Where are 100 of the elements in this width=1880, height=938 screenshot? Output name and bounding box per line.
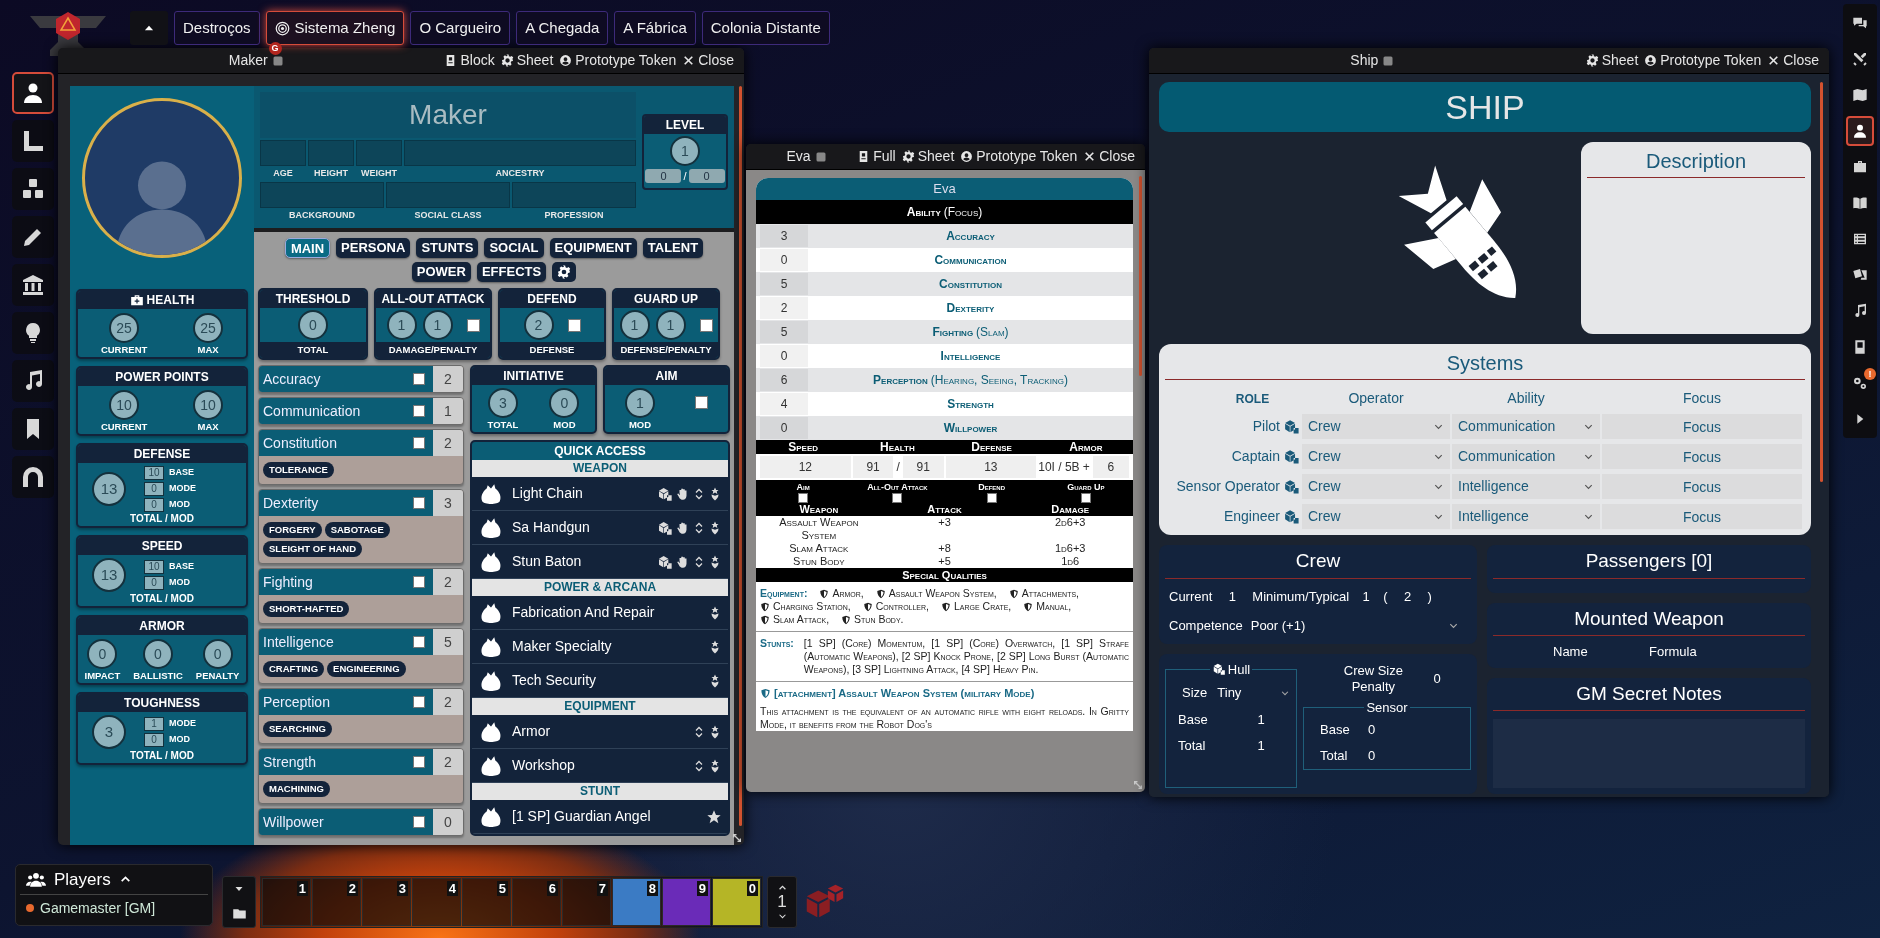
header-button[interactable]: Prototype Token — [1644, 50, 1762, 71]
star-icon[interactable] — [706, 808, 722, 825]
equipment-link[interactable]: Attachments, — [1021, 587, 1079, 600]
hotbar-slot[interactable]: 9 — [662, 878, 711, 926]
hotbar-slot[interactable]: 6 — [512, 878, 561, 926]
select-field[interactable]: Communication — [1452, 414, 1600, 439]
scene-control[interactable] — [12, 360, 54, 402]
select-field[interactable]: Tiny — [1217, 683, 1290, 703]
header-button[interactable]: Sheet — [1585, 50, 1639, 71]
number-field[interactable]: 10 — [144, 560, 164, 574]
scene-control[interactable] — [12, 168, 54, 210]
resize-handle-icon[interactable] — [1132, 779, 1144, 791]
checkbox[interactable] — [892, 493, 903, 503]
focus-tag[interactable]: CRAFTING — [263, 661, 325, 677]
number-field[interactable]: 0 — [1368, 746, 1376, 766]
checkbox[interactable] — [413, 373, 425, 385]
checkbox[interactable] — [413, 756, 425, 768]
number-field[interactable]: 2 — [433, 749, 463, 775]
checkbox[interactable] — [466, 318, 480, 332]
sheet-tab[interactable]: EQUIPMENT — [549, 238, 637, 258]
focus-tag[interactable]: MACHINING — [263, 781, 330, 797]
number-field[interactable]: 5 — [433, 629, 463, 655]
select-field[interactable]: Crew — [1302, 444, 1450, 469]
checkbox[interactable] — [798, 493, 809, 503]
number-field[interactable]: 1 — [655, 310, 686, 340]
number-field[interactable]: 1 — [625, 388, 655, 418]
number-field[interactable]: 1 — [433, 398, 463, 424]
number-field[interactable]: 0 — [87, 639, 118, 669]
number-field[interactable]: 10 — [193, 390, 224, 420]
hotbar-slot[interactable]: 3 — [362, 878, 411, 926]
number-field[interactable]: 3 — [433, 490, 463, 516]
scene-control[interactable] — [12, 264, 54, 306]
scene-control[interactable] — [12, 312, 54, 354]
select-field[interactable]: Crew — [1302, 504, 1450, 529]
hotbar-slot[interactable]: 7 — [562, 878, 611, 926]
quick-item[interactable]: Sa Handgun — [472, 511, 728, 546]
scene-control[interactable] — [12, 408, 54, 450]
select-field[interactable]: Communication — [1452, 444, 1600, 469]
number-field[interactable]: 1 — [144, 717, 164, 731]
input-field[interactable] — [308, 140, 354, 166]
sheet-tab[interactable]: STUNTS — [416, 238, 479, 258]
focus-tag[interactable]: SHORT-HAFTED — [263, 601, 350, 617]
sidebar-tab[interactable] — [1846, 116, 1874, 146]
hotbar-slot[interactable]: 0 — [712, 878, 761, 926]
scrollbar[interactable] — [1820, 82, 1823, 482]
hotbar-slot[interactable]: 5 — [462, 878, 511, 926]
number-field[interactable]: 91 — [902, 456, 944, 478]
number-field[interactable]: 0 — [143, 639, 173, 669]
scene-control[interactable] — [12, 72, 54, 114]
dice-icon[interactable] — [657, 553, 673, 570]
quick-item[interactable]: Armor — [472, 715, 728, 750]
number-field[interactable]: 0 — [1433, 668, 1441, 689]
checkbox[interactable] — [413, 437, 425, 449]
scene-tab[interactable]: Colonia Distante — [701, 11, 830, 45]
number-field[interactable]: 3 — [487, 388, 518, 418]
header-button[interactable]: Prototype Token — [559, 50, 677, 71]
input-field[interactable] — [260, 140, 306, 166]
checkbox[interactable] — [413, 405, 425, 417]
number-field[interactable]: 1 — [1232, 710, 1290, 730]
equipment-link[interactable]: Charging Station, — [773, 600, 851, 613]
checkbox[interactable] — [413, 696, 425, 708]
quick-item[interactable]: Light Chain — [472, 477, 728, 512]
checkbox[interactable] — [699, 318, 713, 332]
number-field[interactable]: 10 — [109, 390, 140, 420]
number-field[interactable]: 2 — [433, 569, 463, 595]
dice-icon[interactable] — [1283, 418, 1300, 435]
checkbox[interactable] — [1080, 493, 1091, 503]
select-field[interactable]: Poor (+1) — [1250, 616, 1467, 636]
number-field[interactable]: 0 — [645, 169, 682, 184]
folder-icon[interactable] — [231, 906, 247, 922]
number-field[interactable]: 0 — [433, 809, 463, 835]
focus-field[interactable]: Focus — [1602, 504, 1802, 529]
hotbar-slot[interactable]: 4 — [412, 878, 461, 926]
number-field[interactable]: 0 — [144, 482, 164, 496]
number-field[interactable]: 0 — [144, 576, 164, 590]
scene-tab[interactable]: Destroços — [174, 11, 260, 45]
focus-tag[interactable]: FORGERY — [263, 522, 322, 538]
dice-icon[interactable] — [1283, 508, 1300, 525]
checkbox[interactable] — [413, 816, 425, 828]
number-field[interactable]: 0 — [144, 733, 164, 747]
resize-handle-icon[interactable] — [731, 832, 743, 844]
number-field[interactable]: 0 — [144, 498, 164, 512]
checkbox[interactable] — [413, 636, 425, 648]
dice-icon[interactable] — [1283, 448, 1300, 465]
number-field[interactable]: 10 — [144, 466, 164, 480]
select-field[interactable]: Intelligence — [1452, 504, 1600, 529]
select-field[interactable]: Crew — [1302, 414, 1450, 439]
checkbox[interactable] — [695, 396, 708, 409]
equipment-link[interactable]: Manual, — [1036, 600, 1072, 613]
scene-control[interactable] — [12, 120, 54, 162]
number-field[interactable]: 1 — [1359, 586, 1374, 606]
hotbar-slot[interactable]: 2 — [312, 878, 361, 926]
header-button[interactable]: Close — [1767, 50, 1819, 71]
number-field[interactable]: 0 — [1368, 720, 1376, 740]
quick-item[interactable]: [1 SP] Guardian Angel — [472, 800, 728, 835]
header-button[interactable]: Sheet — [901, 146, 955, 167]
checkbox[interactable] — [413, 497, 425, 509]
checkbox[interactable] — [986, 493, 997, 503]
number-field[interactable]: 2 — [523, 310, 554, 340]
sheet-tab[interactable]: TALENT — [642, 238, 704, 258]
